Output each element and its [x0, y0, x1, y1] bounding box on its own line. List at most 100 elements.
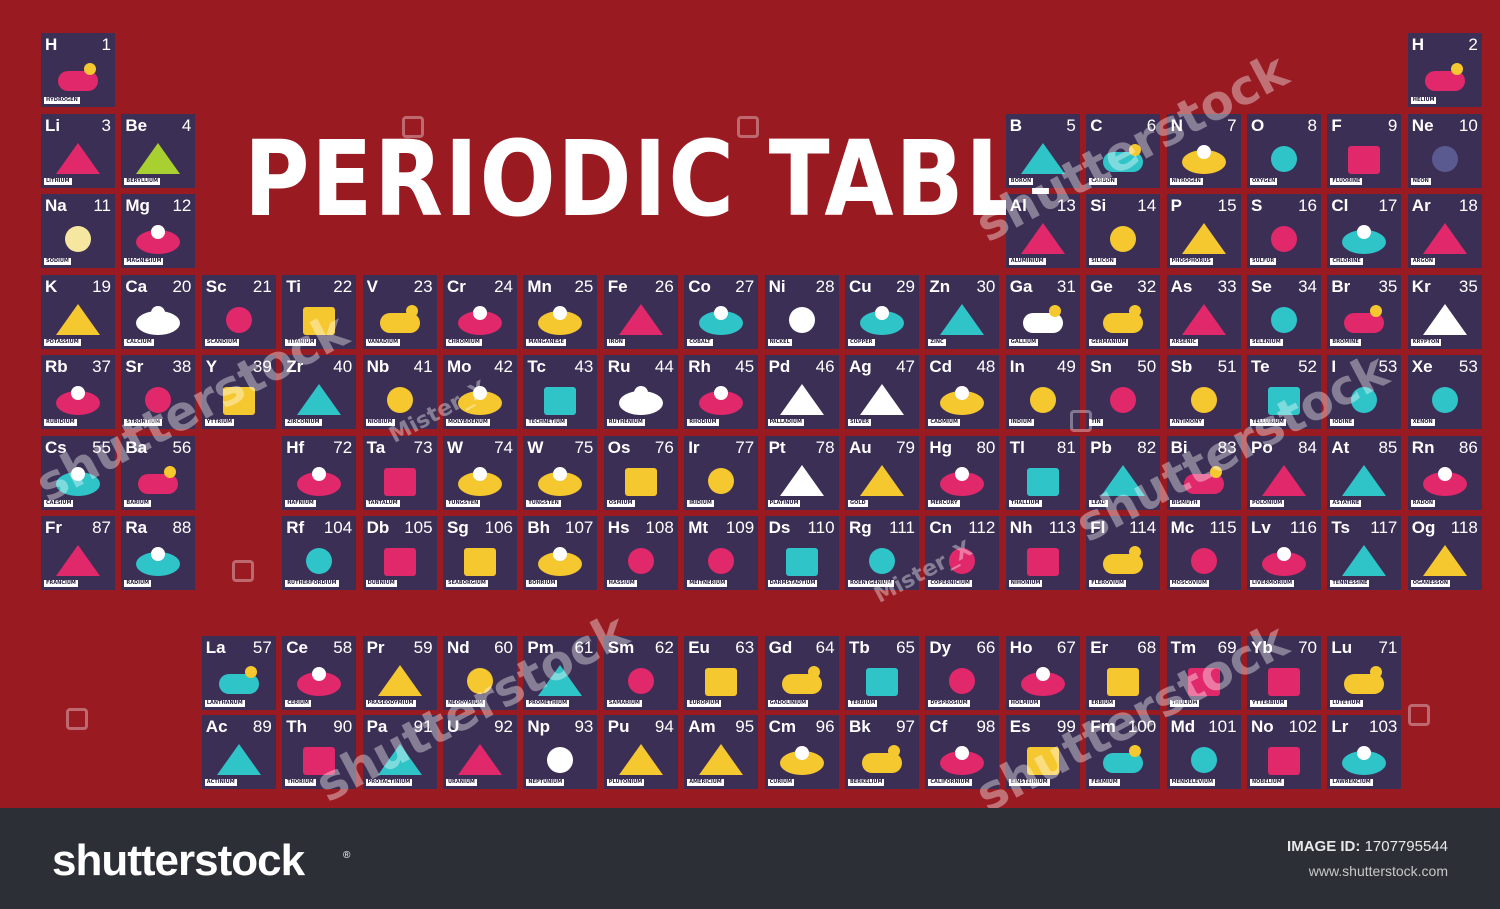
element-number: 9 — [1387, 115, 1398, 135]
element-symbol: Na — [45, 196, 67, 215]
element-name: NEPTUNIUM — [526, 779, 565, 786]
element-tile: Te 52 TELLURIUM — [1247, 355, 1321, 429]
element-tile: In 49 INDIUM — [1005, 355, 1080, 429]
element-number: 19 — [92, 276, 111, 296]
element-name: RHODIUM — [687, 419, 719, 426]
element-tile: Gd 64 GADOLINIUM — [764, 636, 839, 710]
element-number: 115 — [1209, 518, 1237, 537]
element-tile: Db 105 DUBNIUM — [362, 516, 437, 590]
element-number: 99 — [1056, 717, 1076, 736]
brain-icon — [1256, 662, 1312, 700]
element-number: 98 — [976, 717, 996, 736]
platinum-gem-icon — [774, 462, 830, 500]
element-tile: Ho 67 HOLMIUM — [1005, 636, 1080, 710]
element-number: 79 — [896, 437, 915, 457]
element-name: CHROMIUM — [446, 338, 482, 346]
element-name: COBALT — [687, 338, 713, 346]
element-symbol: Be — [125, 115, 148, 135]
element-tile: Xe 53 XENON — [1407, 355, 1482, 429]
element-tile: Zn 30 ZINC — [925, 274, 1000, 349]
element-symbol: Ar — [1411, 196, 1431, 215]
seashell-icon — [532, 301, 588, 339]
element-number: 73 — [413, 437, 433, 457]
element-number: 58 — [333, 638, 353, 657]
element-name: BERYLLIUM — [124, 177, 161, 185]
element-tile: Mc 115 MOSCOVIUM — [1166, 516, 1241, 590]
statue-of-liberty-icon — [854, 301, 910, 339]
element-tile: Pu 94 PLUTONIUM — [603, 715, 678, 789]
element-name: ZINC — [928, 338, 946, 346]
lantern-icon — [291, 741, 347, 779]
element-tile: Mt 109 MEITNERIUM — [684, 516, 759, 590]
eiffel-tower-icon — [50, 542, 106, 580]
radiation-cross-icon — [1336, 462, 1392, 500]
radiation-xray-icon — [532, 381, 588, 419]
element-symbol: Tc — [527, 357, 546, 376]
element-symbol: Rb — [45, 357, 68, 376]
element-symbol: Th — [286, 717, 307, 736]
shutterstock-logo[interactable]: shutterstock — [52, 836, 305, 886]
element-number: 45 — [735, 357, 755, 376]
element-tile: Md 101 MENDELEVIUM — [1166, 715, 1241, 789]
element-tile: Fe 26 IRON — [603, 274, 678, 349]
element-symbol: Rn — [1411, 437, 1435, 457]
element-name: TITANIUM — [285, 338, 317, 346]
site-url[interactable]: www.shutterstock.com — [1309, 863, 1448, 879]
element-tile: Ar 18 ARGON — [1407, 194, 1482, 268]
element-symbol: H — [45, 35, 58, 54]
element-symbol: Zr — [286, 357, 304, 376]
magnet-icon — [1015, 662, 1071, 700]
element-name: ACTINIUM — [204, 779, 237, 786]
element-name: BOHRIUM — [526, 580, 558, 587]
element-tile: Ds 110 DARMSTADTIUM — [764, 516, 839, 590]
element-name: STRONTIUM — [124, 419, 162, 426]
element-number: 59 — [413, 638, 433, 657]
golden-gate-icon — [934, 741, 990, 779]
element-symbol: Rf — [286, 518, 305, 537]
element-name: SODIUM — [44, 258, 71, 265]
wrench-icon — [372, 301, 428, 339]
element-symbol: Te — [1251, 357, 1270, 376]
element-tile: V 23 VANADIUM — [362, 274, 437, 349]
element-number: 43 — [574, 357, 594, 376]
element-name: FLEROVIUM — [1089, 580, 1126, 587]
element-number: 100 — [1127, 717, 1157, 736]
monitor-icon — [211, 381, 267, 419]
element-number: 116 — [1289, 518, 1317, 537]
element-symbol: Ho — [1009, 638, 1033, 657]
element-name: THULIUM — [1169, 700, 1200, 707]
element-tile: Pt 78 PLATINUM — [764, 435, 839, 510]
element-tile: P 15 PHOSPHORUS — [1166, 194, 1241, 268]
element-number: 70 — [1298, 638, 1317, 657]
element-tile: Ru 44 RUTHENIUM — [603, 355, 678, 429]
element-name: YTTRIUM — [204, 419, 235, 426]
element-tile: Mg 12 MAGNESIUM — [121, 194, 196, 268]
element-name: RADON — [1410, 499, 1436, 507]
element-number: 60 — [494, 638, 513, 657]
element-symbol: Ta — [366, 437, 386, 457]
element-name: PROMETHIUM — [526, 700, 570, 707]
element-number: 41 — [413, 357, 433, 376]
element-number: 10 — [1458, 115, 1478, 135]
element-symbol: Am — [688, 717, 716, 736]
element-tile: Ba 56 BARIUM — [121, 435, 196, 510]
element-name: BERKELIUM — [848, 779, 885, 786]
element-tile: Yb 70 YTTERBIUM — [1247, 636, 1321, 710]
element-number: 111 — [889, 518, 915, 537]
element-tile: Cs 55 CAESIUM — [41, 435, 115, 510]
element-symbol: Ca — [125, 276, 148, 296]
element-number: 38 — [172, 357, 192, 376]
element-name: EINSTEINIUM — [1008, 779, 1050, 786]
element-number: 114 — [1129, 518, 1157, 537]
element-number: 82 — [1137, 437, 1157, 457]
element-tile: Tm 69 THULIUM — [1166, 636, 1241, 710]
element-symbol: Br — [1331, 276, 1351, 296]
element-name: TELLURIUM — [1250, 419, 1286, 426]
laser-icon — [1417, 220, 1473, 258]
element-tile: H 2 HELIUM — [1407, 33, 1482, 107]
disc-icon — [1256, 381, 1312, 419]
element-name: DYSPROSIUM — [928, 700, 970, 707]
element-number: 93 — [574, 717, 594, 736]
element-name: CHLORINE — [1330, 258, 1363, 265]
element-symbol: Bk — [849, 717, 871, 736]
